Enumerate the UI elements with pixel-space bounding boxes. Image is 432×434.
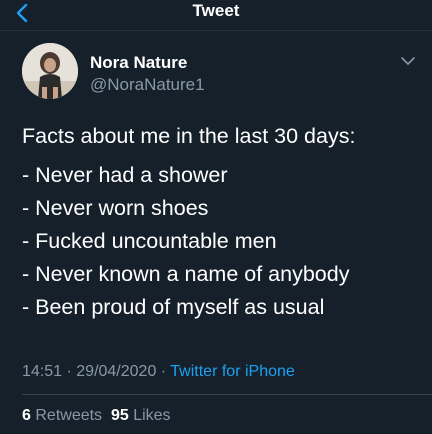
tweet-meta: 14:51 · 29/04/2020 · Twitter for iPhone xyxy=(22,362,295,382)
tweet-intro: Facts about me in the last 30 days: xyxy=(22,124,356,148)
tweet-stats: 6 Retweets 95 Likes xyxy=(22,406,171,426)
avatar-image xyxy=(22,43,78,99)
tweet-time: 14:51 xyxy=(22,363,63,380)
tweet-line: - Never had a shower xyxy=(22,163,228,187)
tweet-line: - Been proud of myself as usual xyxy=(22,295,325,319)
likes-count: 95 xyxy=(110,407,129,424)
page-title: Tweet xyxy=(192,1,240,20)
retweets-count: 6 xyxy=(22,407,31,424)
author-name[interactable]: Nora Nature xyxy=(90,53,187,73)
author-handle[interactable]: @NoraNature1 xyxy=(90,75,205,95)
avatar[interactable] xyxy=(22,43,78,99)
tweet-line: - Fucked uncountable men xyxy=(22,229,277,253)
meta-separator: · xyxy=(156,363,171,380)
tweet-line: - Never known a name of anybody xyxy=(22,262,350,286)
tweet-source-link[interactable]: Twitter for iPhone xyxy=(170,363,295,380)
retweets-stat[interactable]: 6 Retweets xyxy=(22,407,102,424)
retweets-label: Retweets xyxy=(35,407,103,424)
likes-stat[interactable]: 95 Likes xyxy=(111,407,171,424)
top-bar: Tweet xyxy=(0,0,432,31)
tweet-date: 29/04/2020 xyxy=(76,363,157,380)
likes-label: Likes xyxy=(133,407,171,424)
divider xyxy=(22,394,432,395)
tweet-screen: Tweet Nora Nature @NoraNature1 Facts abo… xyxy=(0,0,432,434)
meta-separator: · xyxy=(62,363,77,380)
tweet-line: - Never worn shoes xyxy=(22,196,209,220)
tweet-text: Facts about me in the last 30 days: - Ne… xyxy=(22,120,422,324)
chevron-down-icon[interactable] xyxy=(400,55,416,67)
